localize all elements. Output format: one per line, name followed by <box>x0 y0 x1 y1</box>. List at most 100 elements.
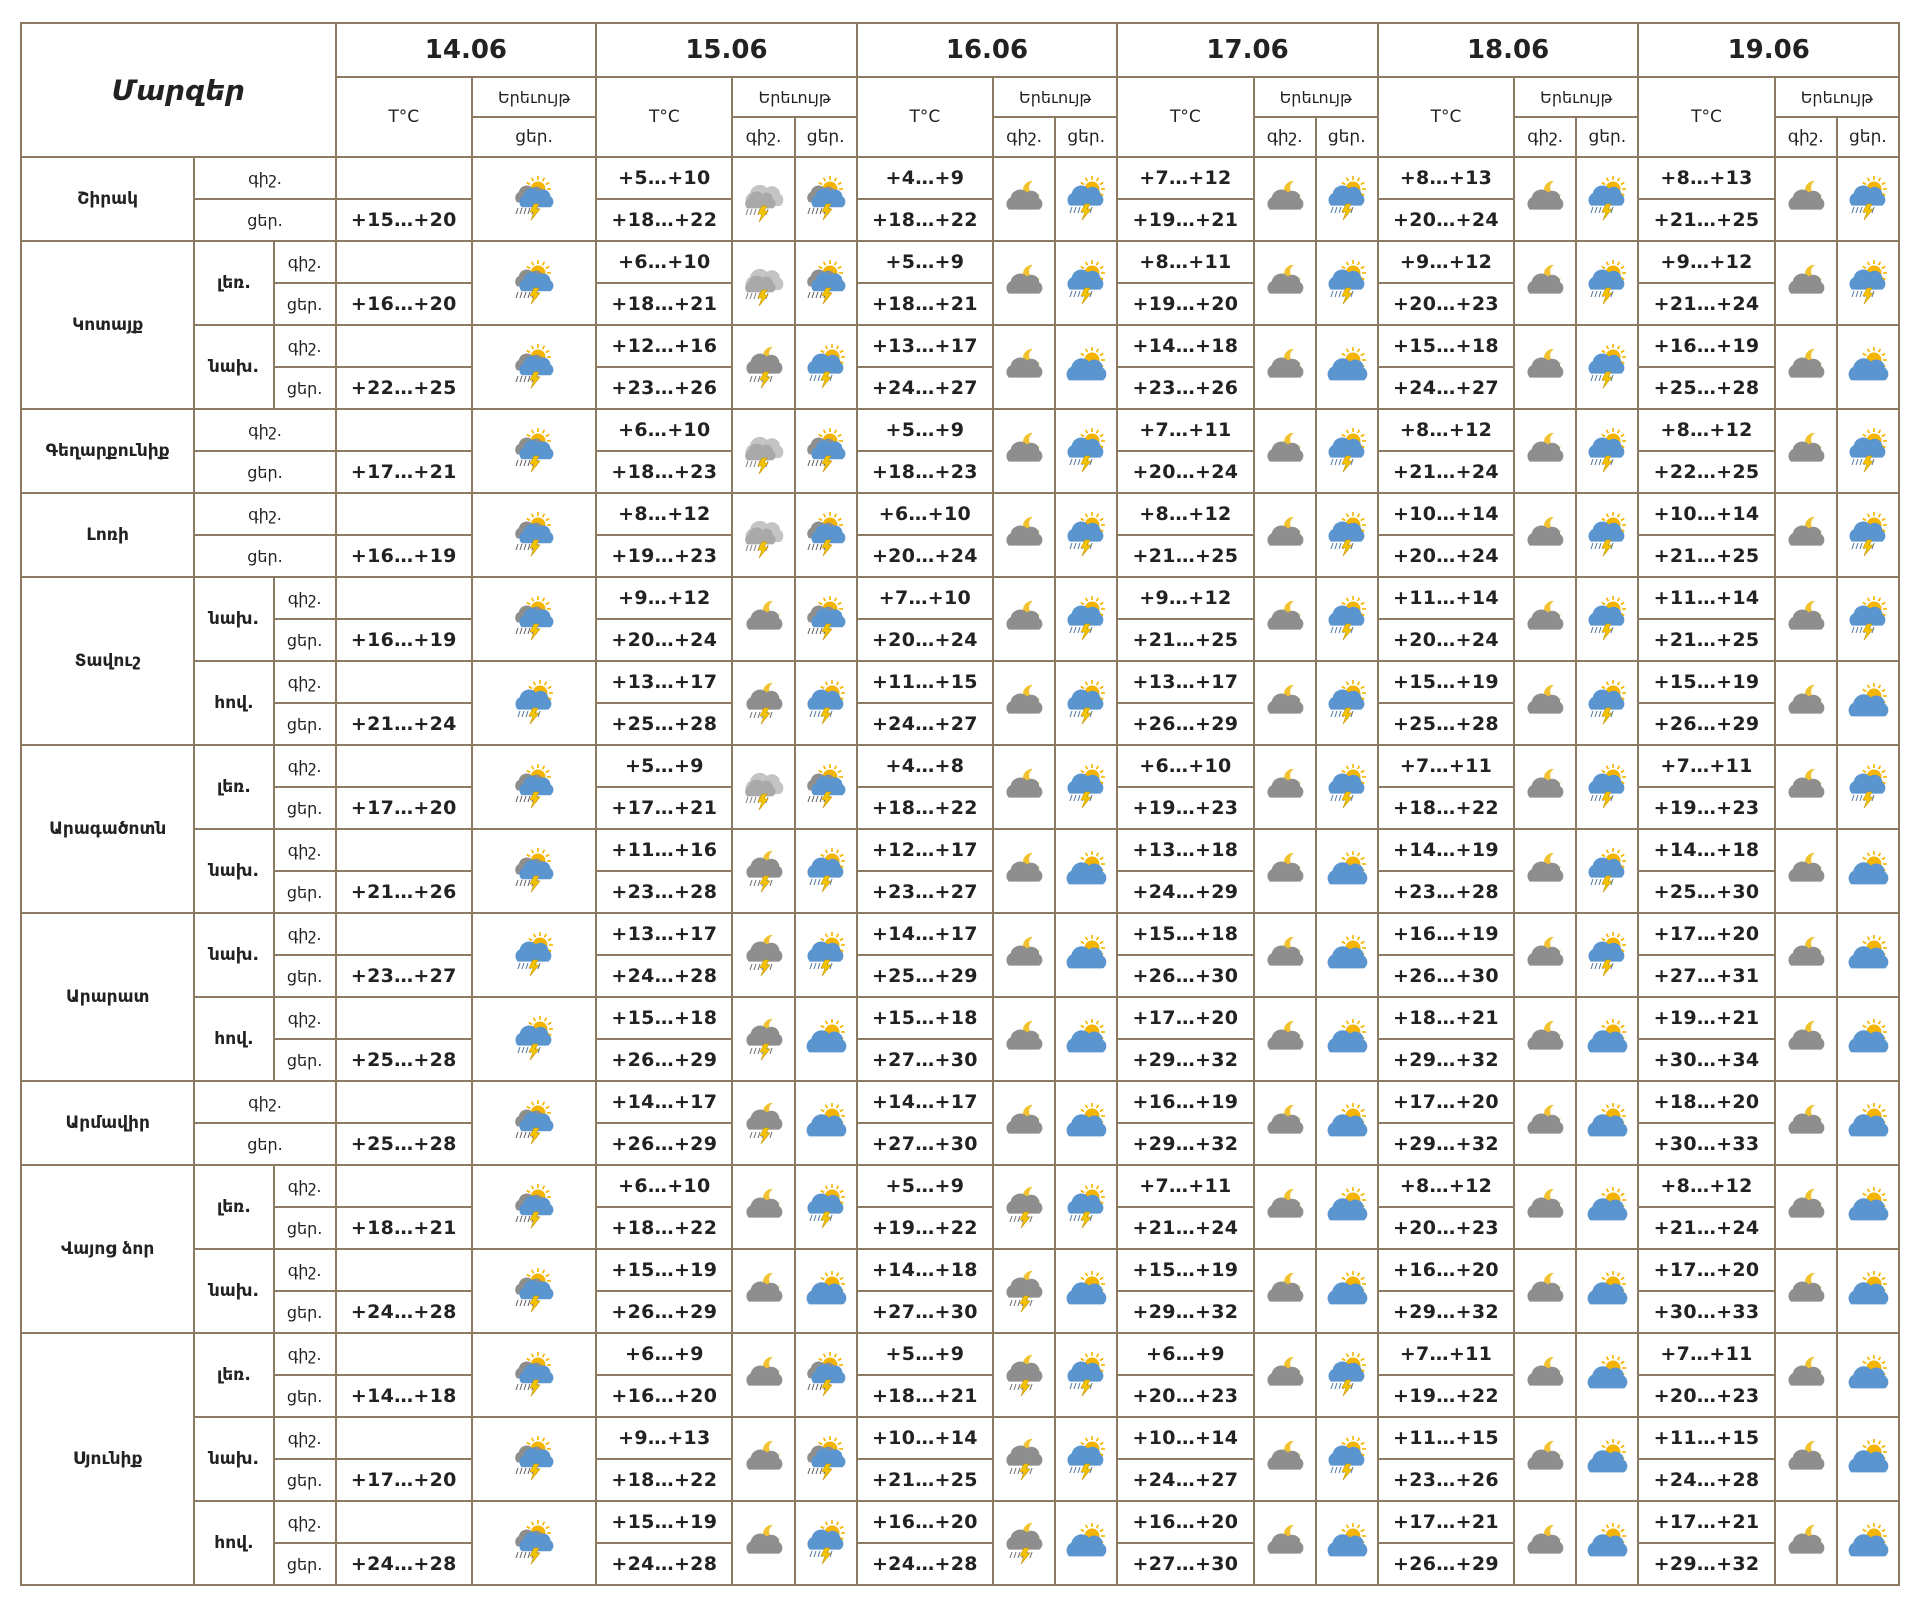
night-temperature: +6…+9 <box>1116 1332 1255 1376</box>
night-temperature <box>334 492 473 536</box>
sun-cloud-icon <box>1835 1416 1901 1502</box>
moon-cloud-icon <box>1252 1416 1317 1502</box>
night-temperature: +5…+9 <box>855 1332 995 1376</box>
day-temperature: +22…+25 <box>334 366 473 410</box>
rain-thunder-icon <box>470 1080 598 1166</box>
night-temperature: +15…+19 <box>595 1500 734 1544</box>
sun-cloud-icon <box>793 1248 858 1334</box>
sun-cloud-icon <box>1314 828 1379 914</box>
sun-cloud-icon <box>1575 1332 1640 1418</box>
moon-cloud-icon <box>1513 576 1578 662</box>
region-name: Արարատ <box>19 912 196 1082</box>
day-label: ցեր. <box>272 1458 337 1502</box>
temperature-header: T°C <box>595 76 734 158</box>
day-temperature: +26…+30 <box>1376 954 1516 998</box>
sun-cloud-rain-thunder-icon <box>1835 492 1901 578</box>
moon-cloud-icon <box>992 492 1057 578</box>
night-temperature: +16…+19 <box>1116 1080 1255 1124</box>
day-temperature: +18…+22 <box>1376 786 1516 830</box>
moon-cloud-icon <box>731 1332 796 1418</box>
moon-cloud-icon <box>1252 912 1317 998</box>
moon-cloud-icon <box>731 576 796 662</box>
day-temperature: +26…+29 <box>1637 702 1776 746</box>
moon-cloud-icon <box>1513 1416 1578 1502</box>
rain-thunder-icon <box>470 576 598 662</box>
moon-cloud-rain-thunder-icon <box>992 1500 1057 1586</box>
moon-cloud-rain-thunder-icon <box>992 1248 1057 1334</box>
table-row-night: Վայոց ձոր լեռ. գիշ. +6…+10 +5…+9 +7…+11 +8…+12… <box>19 1164 1901 1334</box>
sun-cloud-rain-thunder-icon <box>1835 240 1901 326</box>
sun-cloud-rain-thunder-icon <box>1835 576 1901 662</box>
rain-thunder-icon <box>470 156 598 242</box>
region-name: Տավուշ <box>19 576 196 746</box>
day-temperature: +25…+28 <box>334 1038 473 1082</box>
sun-cloud-icon <box>1575 996 1640 1082</box>
sun-cloud-icon <box>1835 324 1901 410</box>
night-temperature: +8…+12 <box>1376 1164 1516 1208</box>
day-label: ցեր. <box>193 450 337 494</box>
day-temperature: +21…+25 <box>855 1458 995 1502</box>
day-temperature: +17…+20 <box>334 786 473 830</box>
rain-thunder-icon <box>470 1332 598 1418</box>
night-label: գիշ. <box>272 576 337 620</box>
sun-cloud-rain-thunder-icon <box>1575 324 1640 410</box>
phenomenon-header: Երեւույթ <box>1773 76 1901 118</box>
sun-cloud-icon <box>1835 996 1901 1082</box>
night-temperature <box>334 1500 473 1544</box>
day-temperature: +25…+28 <box>1376 702 1516 746</box>
day-temperature: +25…+30 <box>1637 870 1776 914</box>
night-temperature: +5…+10 <box>595 156 734 200</box>
rain-thunder-icon <box>470 744 598 830</box>
day-temperature: +19…+23 <box>1116 786 1255 830</box>
day-temperature: +29…+32 <box>1376 1038 1516 1082</box>
moon-cloud-rain-thunder-icon <box>992 1164 1057 1250</box>
night-temperature: +9…+12 <box>1637 240 1776 284</box>
moon-cloud-icon <box>1252 408 1317 494</box>
day-temperature: +24…+27 <box>1376 366 1516 410</box>
sun-cloud-rain-thunder-icon <box>1575 492 1640 578</box>
day-temperature: +20…+24 <box>855 534 995 578</box>
date-header: 18.06 <box>1376 22 1640 78</box>
night-temperature: +4…+9 <box>855 156 995 200</box>
night-temperature: +6…+10 <box>855 492 995 536</box>
night-label: գիշ. <box>272 1416 337 1460</box>
region-name: Արագածոտն <box>19 744 196 914</box>
day-temperature: +29…+32 <box>1116 1290 1255 1334</box>
sun-cloud-rain-thunder-icon <box>1314 1416 1379 1502</box>
zone-label: լեռ. <box>193 240 275 326</box>
night-temperature: +14…+18 <box>1116 324 1255 368</box>
night-temperature: +18…+20 <box>1637 1080 1776 1124</box>
day-temperature: +23…+27 <box>855 870 995 914</box>
day-label: ցեր. <box>193 1122 337 1166</box>
sun-cloud-rain-thunder-icon <box>1314 576 1379 662</box>
night-temperature: +7…+11 <box>1116 408 1255 452</box>
moon-cloud-icon <box>1252 240 1317 326</box>
day-temperature: +27…+30 <box>1116 1542 1255 1586</box>
rain-thunder-icon <box>793 744 858 830</box>
date-header: 16.06 <box>855 22 1119 78</box>
sun-cloud-rain-thunder-icon <box>1054 156 1119 242</box>
sun-cloud-icon <box>1314 996 1379 1082</box>
day-temperature: +20…+24 <box>855 618 995 662</box>
sun-cloud-rain-thunder-icon <box>793 828 858 914</box>
moon-cloud-icon <box>1252 1500 1317 1586</box>
phenomenon-header: Երեւույթ <box>470 76 598 118</box>
day-temperature: +24…+28 <box>334 1290 473 1334</box>
moon-cloud-icon <box>1252 828 1317 914</box>
night-label: գիշ. <box>272 1248 337 1292</box>
rain-thunder-icon <box>470 492 598 578</box>
sun-cloud-icon <box>1575 1416 1640 1502</box>
night-temperature: +8…+13 <box>1376 156 1516 200</box>
moon-cloud-icon <box>1513 324 1578 410</box>
table-row-night: նախ. գիշ. +9…+13 +10…+14 +10…+14 +11…+15 +11…+… <box>21 1416 1901 1502</box>
sun-cloud-rain-thunder-icon <box>1314 492 1379 578</box>
moon-cloud-icon <box>1513 1164 1578 1250</box>
night-temperature: +14…+18 <box>1637 828 1776 872</box>
night-temperature: +15…+18 <box>1116 912 1255 956</box>
moon-cloud-icon <box>1252 156 1317 242</box>
moon-cloud-icon <box>1252 1164 1317 1250</box>
night-label: գիշ. <box>193 156 337 200</box>
day-temperature: +26…+29 <box>1116 702 1255 746</box>
sun-cloud-rain-thunder-icon <box>1054 576 1119 662</box>
moon-cloud-icon <box>1252 492 1317 578</box>
